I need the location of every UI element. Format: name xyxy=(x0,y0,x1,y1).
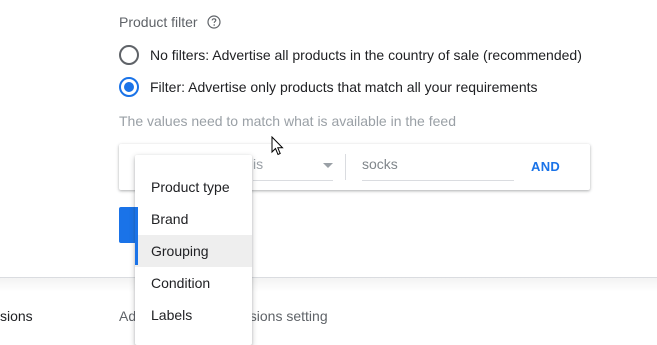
radio-no-filters-label[interactable]: No filters: Advertise all products in th… xyxy=(150,47,582,63)
radio-filter[interactable]: Filter: Advertise only products that mat… xyxy=(119,77,538,97)
menu-item-grouping[interactable]: Grouping xyxy=(135,235,252,267)
section-divider-shadow xyxy=(0,278,657,292)
dropdown-focus-indicator xyxy=(135,207,138,265)
menu-item-product-type[interactable]: Product type xyxy=(135,171,252,203)
and-button[interactable]: AND xyxy=(531,159,560,174)
filter-hint: The values need to match what is availab… xyxy=(119,113,456,129)
mouse-cursor-icon xyxy=(271,135,285,156)
menu-item-condition[interactable]: Condition xyxy=(135,267,252,299)
radio-filter-control[interactable] xyxy=(119,77,139,97)
chevron-down-icon xyxy=(323,163,333,168)
radio-no-filters-control[interactable] xyxy=(119,45,139,65)
value-input[interactable]: socks xyxy=(362,154,514,181)
bottom-middle-start: Ad xyxy=(119,308,137,324)
radio-no-filters[interactable]: No filters: Advertise all products in th… xyxy=(119,45,582,65)
product-filter-heading: Product filter xyxy=(119,14,221,30)
bottom-middle-end: rsions setting xyxy=(245,308,328,324)
radio-filter-label[interactable]: Filter: Advertise only products that mat… xyxy=(150,79,538,95)
menu-item-brand[interactable]: Brand xyxy=(135,203,252,235)
menu-item-labels[interactable]: Labels xyxy=(135,299,252,331)
value-text: socks xyxy=(362,156,398,172)
help-circle-icon[interactable] xyxy=(206,15,221,29)
bottom-left-label: sions xyxy=(0,308,33,324)
product-filter-label: Product filter xyxy=(119,14,198,30)
attribute-dropdown-menu: Product type Brand Grouping Condition La… xyxy=(135,155,252,345)
operator-select[interactable]: is xyxy=(253,156,333,181)
field-divider xyxy=(345,154,346,180)
operator-label: is xyxy=(253,156,264,172)
